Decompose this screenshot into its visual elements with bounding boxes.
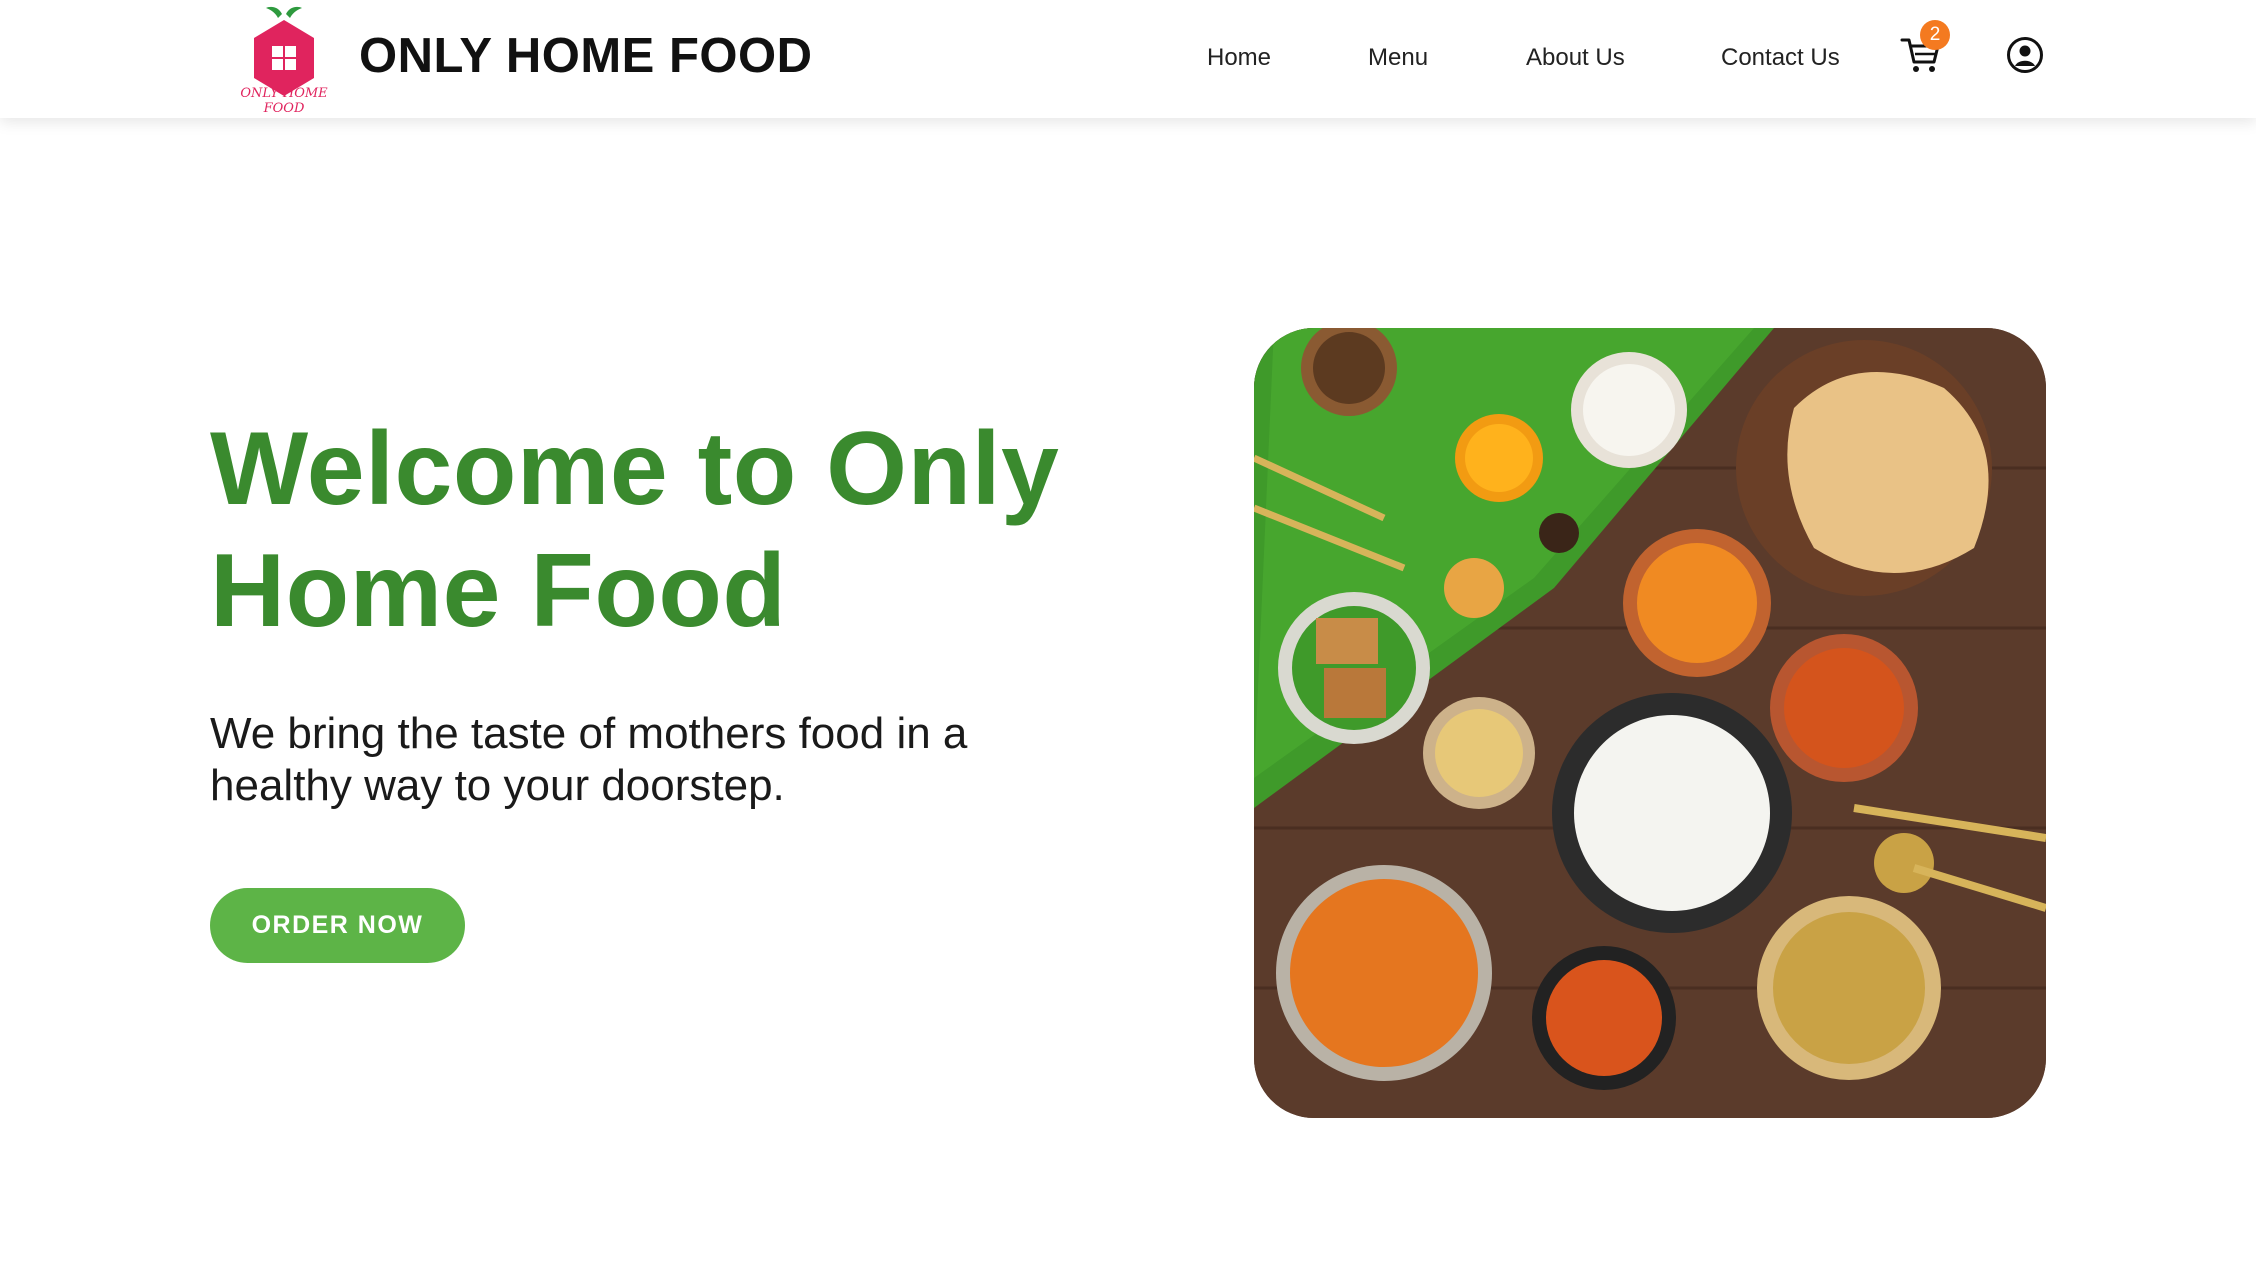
user-circle-icon[interactable] (2006, 36, 2044, 74)
brand-name[interactable]: ONLY HOME FOOD (359, 28, 813, 84)
order-now-button[interactable]: ORDER NOW (210, 888, 465, 963)
nav-link-home[interactable]: Home (1207, 44, 1271, 72)
hero-title: Welcome to Only Home Food (210, 411, 1060, 649)
nav-link-about-us[interactable]: About Us (1526, 44, 1625, 72)
logo-caption: ONLY HOME FOOD (240, 86, 328, 116)
hero-subtitle: We bring the taste of mothers food in a … (210, 709, 968, 810)
cart-count-badge: 2 (1920, 20, 1950, 50)
nav-link-menu[interactable]: Menu (1368, 44, 1428, 72)
nav-link-contact-us[interactable]: Contact Us (1721, 44, 1840, 72)
food-thali-image (1254, 328, 2046, 1118)
top-navbar: ONLY HOME FOOD ONLY HOME FOOD Home Menu … (0, 0, 2256, 118)
